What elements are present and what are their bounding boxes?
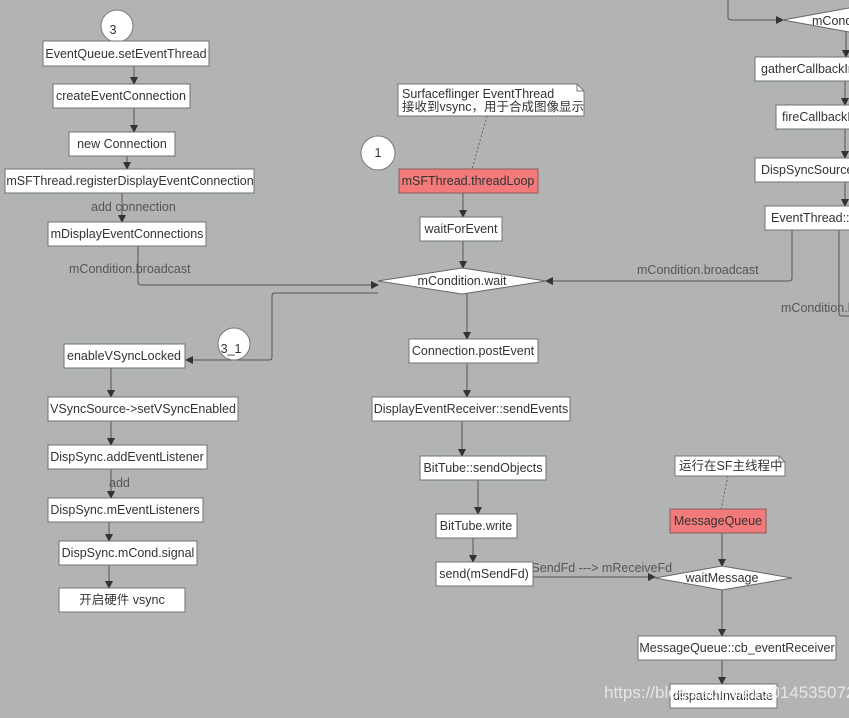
node-enable-hw-vsync: 开启硬件 vsync xyxy=(58,587,186,613)
circle-1: 1 xyxy=(360,135,396,171)
circle-3: 3 xyxy=(100,9,134,43)
node-send-events: DisplayEventReceiver::sendEvents xyxy=(371,396,571,422)
node-send-fd: send(mSendFd) xyxy=(435,561,534,587)
edge-label-broadcast: mCondition.broadcast xyxy=(69,262,191,276)
node-set-vsync-enabled: VSyncSource->setVSyncEnabled xyxy=(47,396,239,422)
node-post-event: Connection.postEvent xyxy=(408,338,539,364)
decision-mcondition-wait: mCondition.wait xyxy=(377,267,547,295)
decision-wait-message: waitMessage xyxy=(654,565,793,591)
node-wait-for-event: waitForEvent xyxy=(419,216,503,242)
node-register-display-event-connection: mSFThread.registerDisplayEventConnection xyxy=(4,168,255,194)
node-bittube-write: BitTube.write xyxy=(435,513,518,539)
svg-text:mDisplayEventConnections: mDisplayEventConnections xyxy=(51,227,204,241)
svg-text:VSyncSource->setVSyncEnabled: VSyncSource->setVSyncEnabled xyxy=(50,402,236,416)
node-event-listeners: DispSync.mEventListeners xyxy=(47,497,204,523)
circle-3-1: 3_1 xyxy=(217,327,251,361)
svg-text:1: 1 xyxy=(375,146,382,160)
node-cb-event-receiver: MessageQueue::cb_eventReceiver xyxy=(637,635,837,661)
node-create-event-connection: createEventConnection xyxy=(52,83,191,109)
svg-text:3_1: 3_1 xyxy=(221,342,242,356)
svg-text:MessageQueue: MessageQueue xyxy=(674,514,762,528)
svg-text:MessageQueue::cb_eventReceiver: MessageQueue::cb_eventReceiver xyxy=(639,641,834,655)
node-add-event-listener: DispSync.addEventListener xyxy=(47,444,208,470)
node-set-event-thread: EventQueue.setEventThread xyxy=(42,40,210,67)
svg-text:fireCallbackIn: fireCallbackIn xyxy=(782,110,849,124)
svg-text:mSFThread.threadLoop: mSFThread.threadLoop xyxy=(402,174,535,188)
decision-mcond: mCond xyxy=(782,7,849,33)
svg-text:BitTube::sendObjects: BitTube::sendObjects xyxy=(423,461,542,475)
svg-text:mCond: mCond xyxy=(812,14,849,28)
svg-text:DispSync.mEventListeners: DispSync.mEventListeners xyxy=(50,503,199,517)
svg-text:EventThread::c: EventThread::c xyxy=(771,211,849,225)
node-new-connection: new Connection xyxy=(68,131,176,157)
svg-text:new Connection: new Connection xyxy=(77,137,167,151)
node-message-queue: MessageQueue xyxy=(669,508,767,534)
svg-text:Connection.postEvent: Connection.postEvent xyxy=(412,344,535,358)
svg-text:BitTube.write: BitTube.write xyxy=(440,519,513,533)
svg-text:gatherCallbackIn: gatherCallbackIn xyxy=(761,62,849,76)
node-gather-callback: gatherCallbackIn xyxy=(754,56,849,82)
edge-label-add-connection: add connection xyxy=(91,200,176,214)
svg-text:Surfaceflinger EventThread: Surfaceflinger EventThread xyxy=(402,87,554,101)
svg-text:DisplayEventReceiver::sendEven: DisplayEventReceiver::sendEvents xyxy=(374,402,569,416)
svg-text:接收到vsync，用于合成图像显示: 接收到vsync，用于合成图像显示 xyxy=(402,99,584,114)
note-surfaceflinger: Surfaceflinger EventThread 接收到vsync，用于合成… xyxy=(397,83,585,117)
svg-text:DispSync.mCond.signal: DispSync.mCond.signal xyxy=(62,546,195,560)
edge-label-add: add xyxy=(109,476,130,490)
svg-text:EventQueue.setEventThread: EventQueue.setEventThread xyxy=(45,47,206,61)
node-event-thread: EventThread::c xyxy=(764,205,849,231)
svg-text:enableVSyncLocked: enableVSyncLocked xyxy=(67,349,181,363)
node-display-event-connections: mDisplayEventConnections xyxy=(47,221,207,247)
svg-text:waitForEvent: waitForEvent xyxy=(424,222,498,236)
node-fire-callback: fireCallbackIn xyxy=(775,104,849,130)
svg-text:mCondition.wait: mCondition.wait xyxy=(418,274,507,288)
node-enable-vsync-locked: enableVSyncLocked xyxy=(63,343,186,369)
svg-text:waitMessage: waitMessage xyxy=(685,571,759,585)
edge-label-broadcast-right-2: mCondition.b xyxy=(781,301,849,315)
svg-text:DispSyncSource: DispSyncSource xyxy=(761,163,849,177)
svg-text:开启硬件 vsync: 开启硬件 vsync xyxy=(79,593,164,607)
edge-label-broadcast-right: mCondition.broadcast xyxy=(637,263,759,277)
svg-text:send(mSendFd): send(mSendFd) xyxy=(439,567,529,581)
watermark: https://blog.csdn.net/u014535072 xyxy=(604,683,849,702)
node-mcond-signal: DispSync.mCond.signal xyxy=(58,540,198,566)
node-thread-loop: mSFThread.threadLoop xyxy=(398,168,539,194)
node-dispsync-source: DispSyncSource xyxy=(754,157,849,183)
node-send-objects: BitTube::sendObjects xyxy=(419,455,547,481)
edge-label-fd: mSendFd ---> mReceiveFd xyxy=(521,561,672,575)
flowchart: add connection mCondition.broadcast add … xyxy=(4,0,849,709)
svg-text:运行在SF主线程中: 运行在SF主线程中 xyxy=(679,458,782,473)
svg-text:createEventConnection: createEventConnection xyxy=(56,89,186,103)
note-sf-main-thread: 运行在SF主线程中 xyxy=(674,455,786,477)
svg-text:3: 3 xyxy=(110,23,117,37)
svg-text:DispSync.addEventListener: DispSync.addEventListener xyxy=(50,450,204,464)
svg-text:mSFThread.registerDisplayEvent: mSFThread.registerDisplayEventConnection xyxy=(6,174,253,188)
